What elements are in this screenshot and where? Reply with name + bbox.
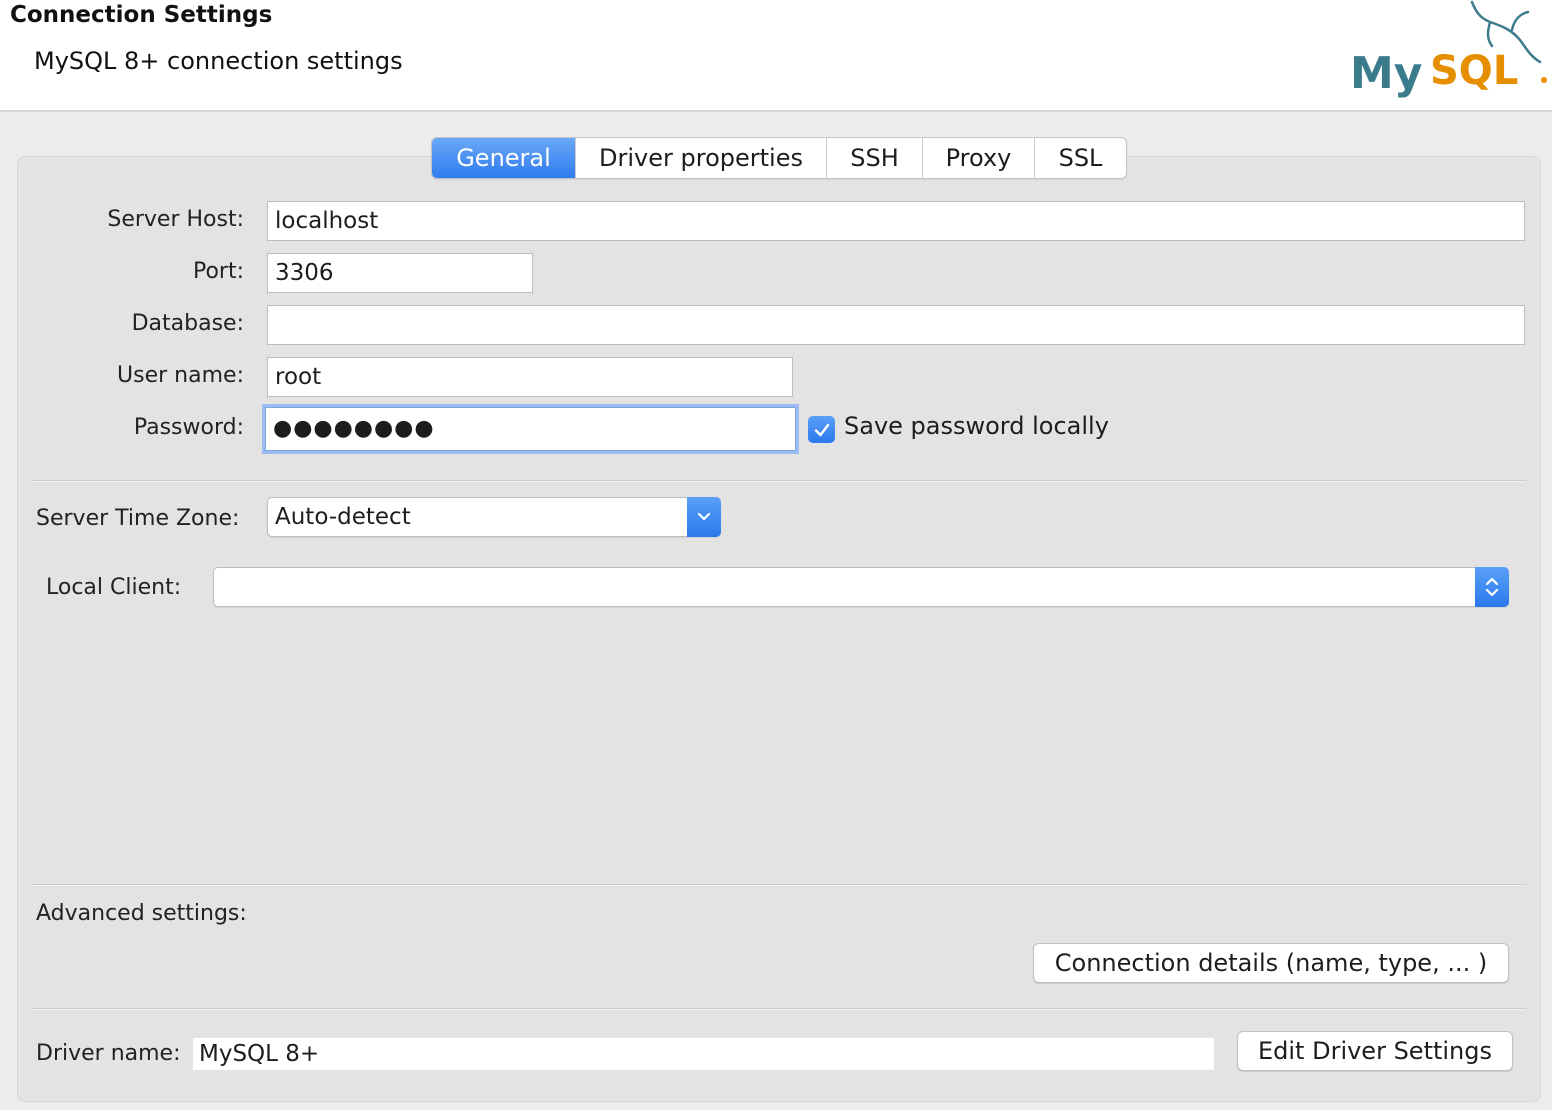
- mysql-logo: My SQL: [1350, 0, 1547, 99]
- tab-ssl[interactable]: SSL: [1034, 138, 1126, 178]
- checkmark-icon: [814, 423, 829, 436]
- server-host-label: Server Host:: [107, 207, 244, 232]
- local-client-select[interactable]: [213, 567, 1509, 607]
- server-time-zone-select[interactable]: Auto-detect: [267, 497, 721, 537]
- local-client-label: Local Client:: [46, 575, 182, 600]
- tab-ssh[interactable]: SSH: [826, 138, 922, 178]
- dropdown-button[interactable]: [687, 497, 721, 537]
- chevron-up-down-icon: [1485, 577, 1499, 597]
- save-password-checkbox[interactable]: [808, 416, 835, 443]
- password-label: Password:: [133, 415, 244, 440]
- server-host-input[interactable]: localhost: [267, 201, 1525, 241]
- separator: [33, 480, 1526, 482]
- logo-text-my: My: [1350, 48, 1422, 99]
- stepper-button[interactable]: [1475, 567, 1509, 607]
- separator: [33, 884, 1526, 886]
- server-time-zone-value: Auto-detect: [275, 504, 411, 530]
- tab-general[interactable]: General: [432, 138, 575, 178]
- user-name-input[interactable]: root: [267, 357, 793, 397]
- database-label: Database:: [131, 311, 244, 336]
- tab-bar: General Driver properties SSH Proxy SSL: [431, 137, 1127, 179]
- user-name-label: User name:: [117, 363, 244, 388]
- logo-text-sql: SQL: [1430, 48, 1518, 94]
- dialog-header: Connection Settings MySQL 8+ connection …: [0, 0, 1552, 112]
- save-password-label[interactable]: Save password locally: [844, 412, 1109, 440]
- password-input[interactable]: ●●●●●●●●: [265, 407, 796, 451]
- driver-name-label: Driver name:: [36, 1041, 181, 1066]
- connection-details-button[interactable]: Connection details (name, type, ... ): [1033, 943, 1509, 983]
- port-input[interactable]: 3306: [267, 253, 533, 293]
- edit-driver-settings-button[interactable]: Edit Driver Settings: [1237, 1031, 1513, 1071]
- driver-name-value: MySQL 8+: [193, 1038, 1214, 1070]
- server-time-zone-label: Server Time Zone:: [36, 506, 240, 531]
- database-input[interactable]: [267, 305, 1525, 345]
- tab-proxy[interactable]: Proxy: [922, 138, 1034, 178]
- tab-driver-properties[interactable]: Driver properties: [575, 138, 826, 178]
- page-title: Connection Settings: [10, 2, 273, 28]
- chevron-down-icon: [697, 512, 711, 521]
- separator: [33, 1008, 1526, 1010]
- page-subtitle: MySQL 8+ connection settings: [34, 47, 403, 75]
- port-label: Port:: [192, 259, 244, 284]
- advanced-settings-label: Advanced settings:: [36, 901, 247, 926]
